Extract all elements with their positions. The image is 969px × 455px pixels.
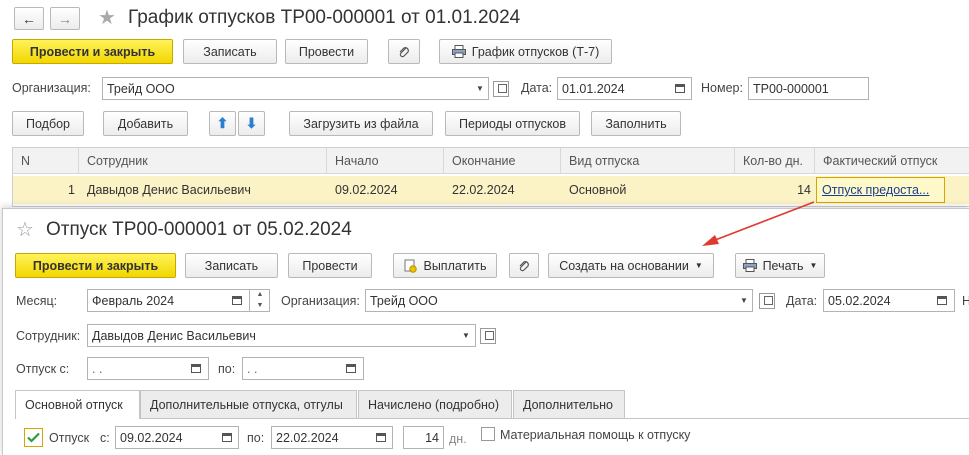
- pay-label: Выплатить: [423, 258, 487, 273]
- tab-main-leave[interactable]: Основной отпуск: [15, 390, 140, 419]
- tabs-baseline: [15, 418, 969, 419]
- leave-from-calendar-icon[interactable]: [186, 357, 206, 380]
- fg-date-label: Дата:: [786, 294, 818, 308]
- column-header-end[interactable]: Окончание: [444, 148, 561, 174]
- arrow-down-icon: ⬇: [245, 115, 258, 131]
- employee-dropdown-icon[interactable]: ▼: [458, 324, 474, 347]
- attach-button[interactable]: [388, 39, 420, 64]
- fg-save-button[interactable]: Записать: [185, 253, 278, 278]
- leave-from-label: Отпуск с:: [16, 362, 70, 376]
- post-and-close-button[interactable]: Провести и закрыть: [12, 39, 173, 64]
- create-based-on-label: Создать на основании: [559, 258, 689, 273]
- leave-to-calendar-icon[interactable]: [341, 357, 361, 380]
- main-leave-to-label: по:: [247, 431, 265, 445]
- save-button[interactable]: Записать: [183, 39, 277, 64]
- date-calendar-icon[interactable]: [670, 77, 690, 100]
- fg-post-button[interactable]: Провести: [288, 253, 372, 278]
- page-title: График отпусков ТР00-000001 от 01.01.202…: [128, 7, 521, 28]
- checkmark-icon: [27, 432, 40, 443]
- arrow-up-icon: ⬆: [216, 115, 229, 131]
- annotation-arrow: [702, 201, 815, 246]
- bg-document-window: ← → ★ График отпусков ТР00-000001 от 01.…: [0, 0, 969, 210]
- tab-additional[interactable]: Дополнительно: [513, 390, 625, 418]
- fg-date-calendar-icon[interactable]: [932, 289, 952, 312]
- row-number: 1: [68, 183, 75, 197]
- select-button[interactable]: Подбор: [12, 111, 84, 136]
- material-aid-label: Материальная помощь к отпуску: [500, 428, 691, 442]
- print-t7-label: График отпусков (Т-7): [471, 44, 600, 59]
- date-label: Дата:: [521, 81, 553, 95]
- number-field[interactable]: ТР00-000001: [748, 77, 869, 100]
- column-header-employee[interactable]: Сотрудник: [79, 148, 327, 174]
- organization-dropdown-icon[interactable]: ▼: [472, 77, 488, 100]
- fill-button[interactable]: Заполнить: [591, 111, 681, 136]
- column-header-actual[interactable]: Фактический отпуск: [815, 148, 969, 174]
- organization-label: Организация:: [12, 81, 91, 95]
- printer-icon: [742, 259, 757, 272]
- row-end: 22.02.2024: [452, 183, 515, 197]
- organization-open-icon[interactable]: [493, 81, 509, 97]
- fg-organization-label: Организация:: [281, 294, 360, 308]
- fg-attach-button[interactable]: [509, 253, 539, 278]
- number-label-cut: Н: [962, 294, 969, 308]
- column-header-days[interactable]: Кол-во дн.: [735, 148, 815, 174]
- print-label: Печать: [762, 258, 804, 273]
- employee-open-icon[interactable]: [480, 328, 496, 344]
- forward-button[interactable]: →: [50, 7, 80, 30]
- organization-field[interactable]: Трейд ООО: [102, 77, 489, 100]
- move-down-button[interactable]: ⬇: [238, 111, 265, 136]
- month-calendar-icon[interactable]: [227, 289, 247, 312]
- tab-additional-leaves[interactable]: Дополнительные отпуска, отгулы: [140, 390, 357, 418]
- fg-organization-open-icon[interactable]: [759, 293, 775, 309]
- paperclip-icon: [399, 46, 409, 57]
- row-employee: Давыдов Денис Васильевич: [87, 183, 251, 197]
- load-from-file-button[interactable]: Загрузить из файла: [289, 111, 433, 136]
- month-label: Месяц:: [16, 294, 58, 308]
- employee-field[interactable]: Давыдов Денис Васильевич: [87, 324, 476, 347]
- main-leave-days-unit: дн.: [449, 432, 467, 446]
- actual-leave-link[interactable]: Отпуск предоста...: [815, 176, 945, 204]
- print-t7-button[interactable]: График отпусков (Т-7): [439, 39, 612, 64]
- main-leave-from-label: с:: [100, 431, 110, 445]
- chevron-down-icon: ▼: [694, 261, 703, 270]
- fg-organization-field[interactable]: Трейд ООО: [365, 289, 753, 312]
- column-header-start[interactable]: Начало: [327, 148, 444, 174]
- main-leave-checkbox[interactable]: [24, 428, 43, 447]
- leave-periods-button[interactable]: Периоды отпусков: [445, 111, 580, 136]
- arrow-right-icon: →: [58, 10, 72, 27]
- paperclip-icon: [519, 260, 529, 271]
- post-button[interactable]: Провести: [285, 39, 368, 64]
- pay-button[interactable]: Выплатить: [393, 253, 497, 278]
- leave-to-label: по:: [218, 362, 236, 376]
- tab-accrued-detailed[interactable]: Начислено (подробно): [358, 390, 512, 418]
- favorite-star-icon[interactable]: ★: [98, 5, 116, 30]
- main-leave-label: Отпуск: [49, 431, 90, 445]
- number-label: Номер:: [701, 81, 743, 95]
- main-leave-days-field[interactable]: 14: [403, 426, 444, 449]
- favorite-star-outline-icon[interactable]: ☆: [16, 217, 34, 242]
- main-leave-from-calendar-icon[interactable]: [217, 426, 237, 449]
- row-start: 09.02.2024: [335, 183, 398, 197]
- fg-post-and-close-button[interactable]: Провести и закрыть: [15, 253, 176, 278]
- chevron-down-icon: ▼: [809, 261, 818, 270]
- print-button[interactable]: Печать ▼: [735, 253, 825, 278]
- column-header-kind[interactable]: Вид отпуска: [561, 148, 735, 174]
- column-header-n[interactable]: N: [13, 148, 79, 174]
- create-based-on-button[interactable]: Создать на основании ▼: [548, 253, 714, 278]
- arrow-left-icon: ←: [22, 10, 36, 27]
- employee-label: Сотрудник:: [16, 329, 81, 343]
- month-stepper[interactable]: ▲ ▼: [249, 289, 270, 312]
- printer-icon: [451, 45, 466, 58]
- move-up-button[interactable]: ⬆: [209, 111, 236, 136]
- material-aid-checkbox[interactable]: [481, 427, 495, 441]
- back-button[interactable]: ←: [14, 7, 44, 30]
- main-leave-to-calendar-icon[interactable]: [371, 426, 391, 449]
- document-title: Отпуск ТР00-000001 от 05.02.2024: [46, 219, 352, 240]
- pay-document-icon: [404, 259, 418, 273]
- fg-organization-dropdown-icon[interactable]: ▼: [736, 289, 752, 312]
- add-button[interactable]: Добавить: [103, 111, 188, 136]
